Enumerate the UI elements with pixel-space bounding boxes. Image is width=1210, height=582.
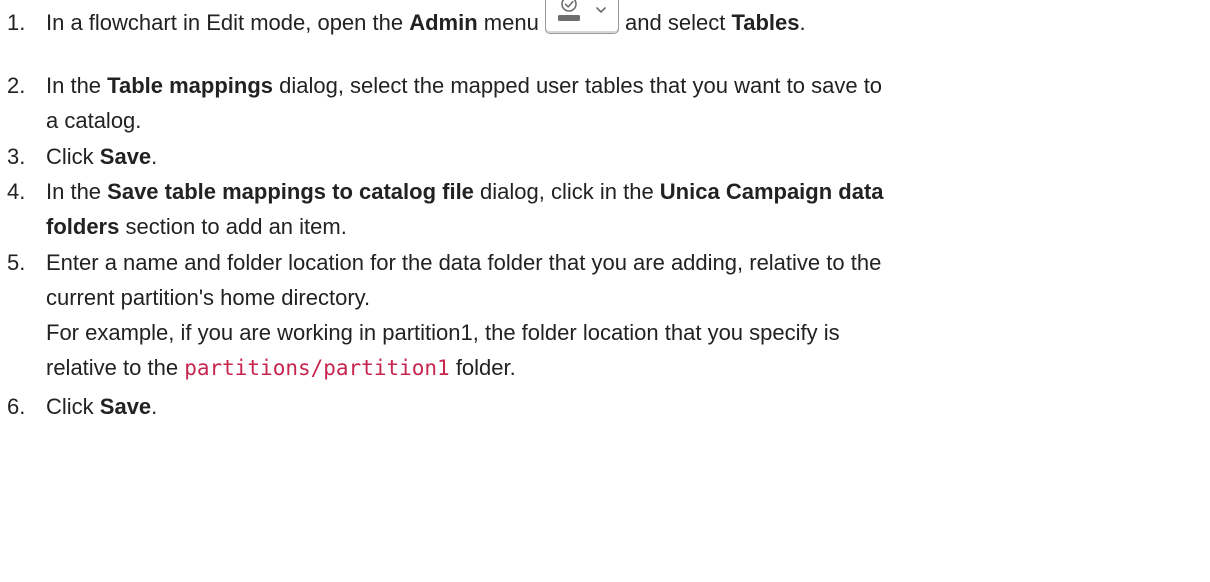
step-line: In a flowchart in Edit mode, open the Ad…: [46, 0, 1196, 40]
step-text: .: [151, 394, 158, 419]
step-text: In the: [46, 73, 108, 98]
step-number: 3.: [7, 144, 26, 169]
step-number: 4.: [7, 179, 26, 204]
ui-term-save: Save: [99, 144, 152, 169]
step-text: section to add an item.: [119, 214, 347, 239]
step-text: dialog, select the mapped user tables th…: [273, 73, 883, 98]
step-text: current partition's home directory.: [46, 285, 371, 310]
step-number: 6.: [7, 394, 26, 419]
step-number: 1.: [7, 10, 26, 35]
step-number: 5.: [7, 250, 26, 275]
step-body: In the Table mappings dialog, select the…: [46, 68, 1196, 138]
step-body: In a flowchart in Edit mode, open the Ad…: [46, 0, 1196, 40]
admin-menu-icon: [544, 0, 619, 34]
step-line: Click Save.: [46, 139, 1196, 174]
step-text: In a flowchart in Edit mode, open the: [46, 10, 410, 35]
step-number: 2.: [7, 73, 26, 98]
step-body: In the Save table mappings to catalog fi…: [46, 174, 1196, 244]
step-text: relative to the: [46, 355, 185, 380]
step-line: relative to the partitions/partition1 fo…: [46, 350, 1196, 385]
step-text: Enter a name and folder location for the…: [46, 250, 882, 275]
step-text: menu: [477, 10, 545, 35]
step-text: In the: [46, 179, 108, 204]
step-text: Click: [46, 394, 100, 419]
step-line: a catalog.: [46, 103, 1196, 138]
step-text: For example, if you are working in parti…: [46, 320, 840, 345]
step-text: folder.: [449, 355, 516, 380]
ui-term-data-folders: Unica Campaign data: [659, 179, 884, 204]
step-text: a catalog.: [46, 108, 142, 133]
ui-term-admin: Admin: [409, 10, 478, 35]
ui-term-table-mappings: Table mappings: [107, 73, 273, 98]
step-line: Enter a name and folder location for the…: [46, 245, 1196, 280]
step-body: Click Save.: [46, 389, 1196, 424]
folder-path-code: partitions/partition1: [184, 356, 450, 380]
step-body: Click Save.: [46, 139, 1196, 174]
step-line: folders section to add an item.: [46, 209, 1196, 244]
ui-term-data-folders: folders: [46, 214, 120, 239]
step-line: current partition's home directory.: [46, 280, 1196, 315]
step-text: and select: [618, 10, 732, 35]
step-text: Click: [46, 144, 100, 169]
procedure-document: 1. In a flowchart in Edit mode, open the…: [0, 0, 1210, 582]
step-line: In the Save table mappings to catalog fi…: [46, 174, 1196, 209]
step-text: .: [799, 10, 806, 35]
step-body: Enter a name and folder location for the…: [46, 245, 1196, 385]
ui-term-save-table-mappings-dialog: Save table mappings to catalog file: [107, 179, 474, 204]
ui-term-save: Save: [99, 394, 152, 419]
step-line: In the Table mappings dialog, select the…: [46, 68, 1196, 103]
step-text: dialog, click in the: [473, 179, 660, 204]
step-text: .: [151, 144, 158, 169]
ui-term-tables: Tables: [731, 10, 800, 35]
step-line: For example, if you are working in parti…: [46, 315, 1196, 350]
step-line: Click Save.: [46, 389, 1196, 424]
